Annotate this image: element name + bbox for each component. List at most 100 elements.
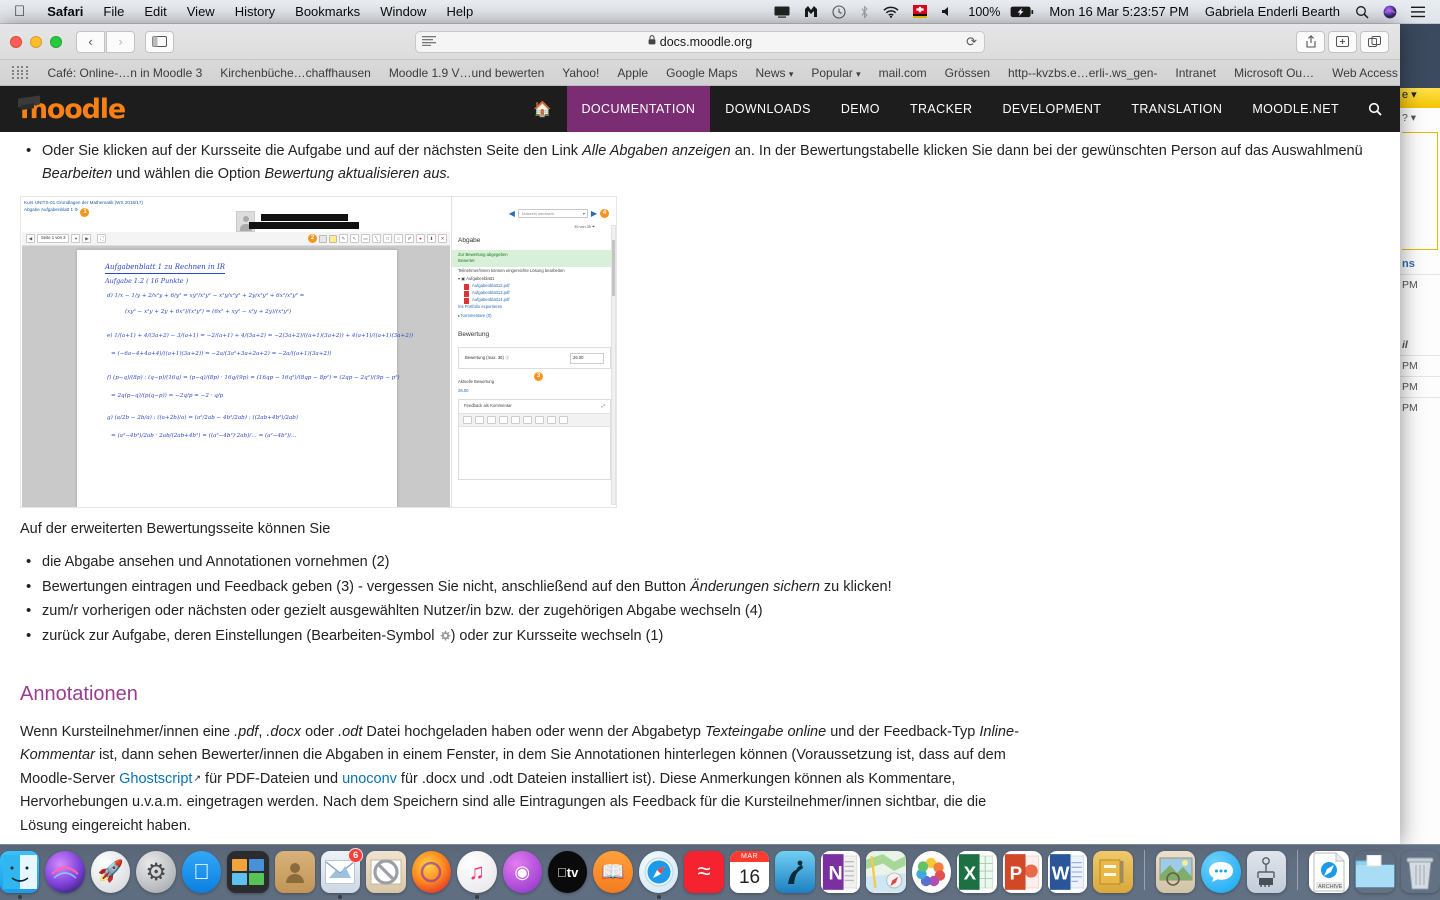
embedded-grade-row[interactable]: Bewertung (max. 36) ⓘ 26.00 [458,347,611,369]
embedded-grading-panel[interactable]: ◀ Nutzer/in wechseln ▶ 4 39 von 39 ⏷ Abg… [451,197,617,508]
nav-documentation[interactable]: DOCUMENTATION [567,86,711,132]
tool-stamp-icon[interactable]: ✎ [339,234,348,243]
bookmark-groessen[interactable]: Grössen [936,66,999,80]
prev-user-icon[interactable]: ◀ [509,210,515,218]
dock-item-excel[interactable]: X [957,851,996,893]
background-window-actions[interactable]: ns [1400,254,1440,274]
bullet-list-icon[interactable] [511,416,520,424]
search-icon[interactable] [1348,5,1376,19]
tool-download-icon[interactable]: ⬇ [427,234,436,243]
background-window-row[interactable] [1400,315,1440,335]
back-button[interactable]: ‹ [76,31,105,53]
link-ghostscript[interactable]: Ghostscript [119,771,192,787]
reload-icon[interactable]: ⟳ [966,34,977,50]
embedded-file-link[interactable]: Aufgabenblatt12.pdf [452,283,617,290]
wifi-icon[interactable] [876,6,906,18]
dock-item-launchpad[interactable]: 🚀 [91,851,130,893]
link-icon[interactable] [535,416,544,424]
bluetooth-icon[interactable] [853,5,876,19]
home-icon[interactable]: 🏠 [519,86,566,132]
tool-delete-icon[interactable]: ✕ [438,234,447,243]
bookmark-cafe-online[interactable]: Café: Online-…n in Moodle 3 [39,66,212,80]
bookmark-moodle-19[interactable]: Moodle 1.9 V…und bewerten [380,66,553,80]
background-window[interactable]: e ▾ ? ▾ ns PM il PM PM PM [1400,88,1440,844]
dock-item-messages[interactable] [1201,851,1240,893]
dock-item-maps[interactable] [866,851,905,893]
dock-item-calendar[interactable]: MAR 16 [730,851,769,893]
background-window-row[interactable]: PM [1400,397,1440,418]
dock-item-apple-tv[interactable]: tv [548,851,587,893]
malwarebytes-icon[interactable] [797,5,825,18]
dock-item-stuffit[interactable] [1093,851,1132,893]
new-tab-icon[interactable] [1328,31,1357,53]
control-center-icon[interactable] [1404,6,1432,18]
dock-item-keynote[interactable]: ≈ [684,851,723,893]
bold-icon[interactable] [487,416,496,424]
dock-item-photos[interactable] [912,851,951,893]
prev-page-icon[interactable]: ◀ [26,234,35,243]
nav-moodlenet[interactable]: MOODLE.NET [1237,86,1354,132]
display-icon[interactable] [767,6,797,18]
numbered-list-icon[interactable] [523,416,532,424]
bookmark-kirchenbuecher[interactable]: Kirchenbüche…chaffhausen [211,66,380,80]
minimize-button[interactable] [30,36,42,48]
dock-item-powerpoint[interactable]: P [1003,851,1042,893]
background-window-help-badge[interactable]: ? ▾ [1400,108,1440,128]
page-dropdown-icon[interactable]: ▾ [71,234,80,243]
embedded-file-link[interactable]: Aufgabenblatt13.pdf [452,290,617,297]
embedded-comments-link[interactable]: ▸ Kommentare (0) [452,312,617,320]
unlink-icon[interactable] [547,416,556,424]
paragraph-style-icon[interactable] [463,416,472,424]
reader-icon[interactable] [422,36,436,48]
menu-item-history[interactable]: History [225,4,285,19]
user-select[interactable]: Nutzer/in wechseln [518,209,588,218]
embedded-portfolio-link[interactable]: Ins Portfolio exportieren [452,303,617,311]
bookmark-google-maps[interactable]: Google Maps [657,66,746,80]
bookmark-yahoo[interactable]: Yahoo! [553,66,608,80]
tool-pen-icon[interactable]: ✐ [405,234,414,243]
dock-item-siri[interactable] [45,851,84,893]
link-unoconv[interactable]: unoconv [342,771,397,787]
forward-button[interactable]: › [106,31,135,53]
bookmark-kvzbs[interactable]: http--kvzbs.e…erli-.ws_gen- [999,66,1166,80]
italic-icon[interactable] [499,416,508,424]
moodle-logo[interactable]: moodle [20,94,125,125]
bookmark-popular[interactable]: Popular ▾ [802,66,869,80]
share-icon[interactable] [1296,31,1325,53]
dock-item-mission-control[interactable] [227,851,269,893]
expand-icon[interactable]: ⤢ [602,403,605,410]
embedded-editor-toolbar[interactable] [459,413,610,427]
dock-item-word[interactable]: W [1048,851,1087,893]
window-controls[interactable] [10,36,62,48]
next-page-icon[interactable]: ▶ [82,234,91,243]
dock-item-firefox[interactable] [412,851,451,893]
favorites-grid-icon[interactable] [12,66,29,79]
dock-item-safari[interactable] [639,851,678,893]
background-window-row[interactable]: PM [1400,376,1440,397]
nav-demo[interactable]: DEMO [826,86,895,132]
menu-item-safari[interactable]: Safari [37,4,93,19]
time-machine-icon[interactable] [825,5,853,19]
dock-item-mail[interactable]: 6 [321,851,360,893]
embedded-panel-scrollbar[interactable] [611,225,616,505]
dock-item-trash[interactable] [1401,851,1440,893]
embedded-feedback-textarea[interactable] [459,427,610,479]
apple-menu-icon[interactable]:  [14,4,25,19]
close-button[interactable] [10,36,22,48]
dock-item-image-capture[interactable] [1156,851,1195,893]
zoom-button[interactable] [50,36,62,48]
dock-item-contacts[interactable] [275,851,314,893]
menu-bar-clock[interactable]: Mon 16 Mar 5:23:57 PM [1041,4,1196,19]
nav-downloads[interactable]: DOWNLOADS [710,86,826,132]
background-window-row-italic[interactable]: il [1400,335,1440,355]
bookmark-intranet[interactable]: Intranet [1166,66,1225,80]
tool-rect-icon[interactable]: □ [383,234,392,243]
address-bar[interactable]: docs.moodle.org ⟳ [415,31,985,53]
dock-item-itunes[interactable]: ♫ [457,851,496,893]
embedded-annotation-tools[interactable]: 2 ✎ ↖ ▭ ╲ □ ○ ✐ ● ⬇ ✕ [308,232,450,246]
embedded-pdf-toolbar[interactable]: ◀ Seite 1 von 3 ▾ ▶ ⛶ 2 ✎ ↖ ▭ ╲ □ ○ ✐ ● [22,232,450,246]
expand-icon[interactable]: ⛶ [97,234,106,243]
tool-drop-icon[interactable]: ● [416,234,425,243]
bookmark-mailcom[interactable]: mail.com [870,66,936,80]
bookmark-microsoft-outlook[interactable]: Microsoft Ou… [1225,66,1323,80]
